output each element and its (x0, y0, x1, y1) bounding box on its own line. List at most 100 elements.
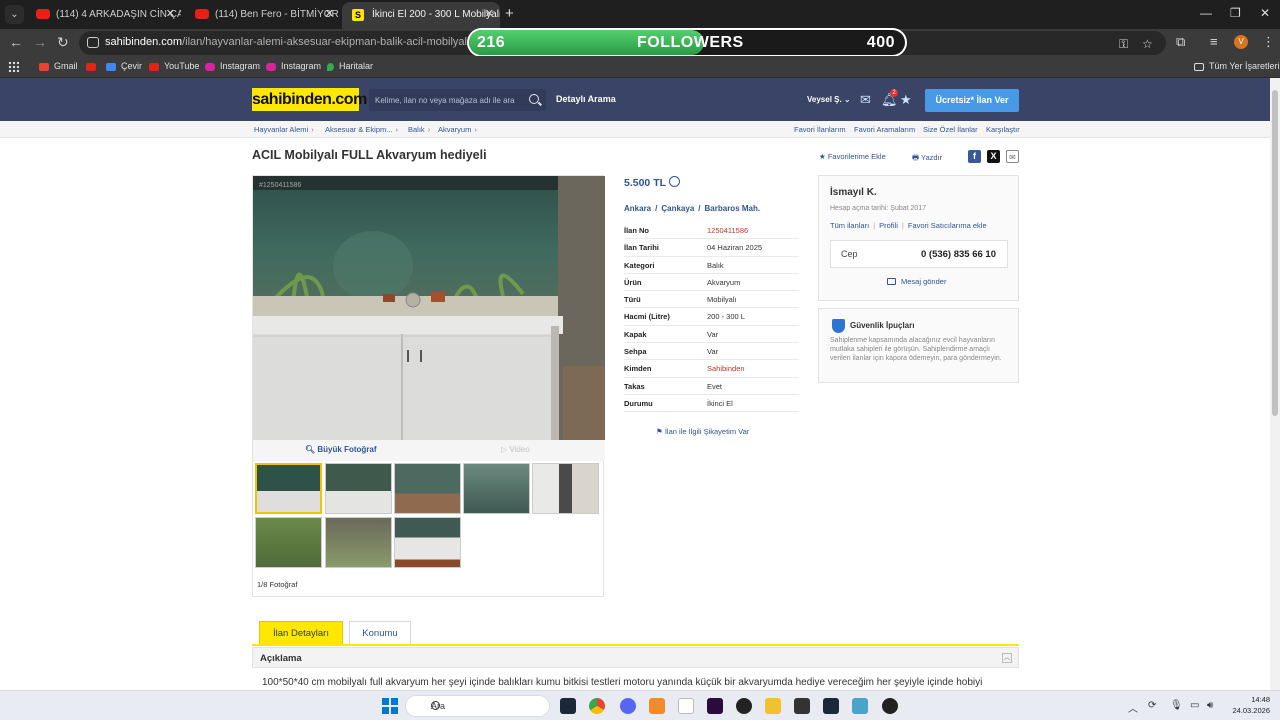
photo-counter: 1/8 Fotoğraf (257, 580, 298, 589)
post-ad-button[interactable]: Ücretsiz* İlan Ver (925, 89, 1019, 112)
collapse-icon[interactable]: ︿ (1002, 653, 1012, 663)
email-share-icon[interactable]: ✉ (1006, 150, 1019, 163)
add-favorite-link[interactable]: ★ Favorilerime Ekle (819, 152, 886, 161)
photo-thumbnail[interactable] (255, 517, 322, 568)
report-listing-link[interactable]: ⚑ İlan ile İlgili Şikayetim Var (656, 427, 749, 436)
app-icon[interactable] (882, 698, 898, 714)
breadcrumb-item[interactable]: Aksesuar & Ekipm... › (325, 125, 398, 134)
system-clock[interactable]: 14:48 24.03.2026 (1226, 694, 1270, 716)
scrollbar-thumb[interactable] (1272, 90, 1278, 416)
facebook-share-icon[interactable]: f (968, 150, 981, 163)
file-explorer-icon[interactable] (765, 698, 781, 714)
extensions-icon[interactable]: ⧉ (1176, 34, 1185, 50)
x-share-icon[interactable]: X (987, 150, 1000, 163)
main-photo[interactable]: #1250411586 (253, 176, 605, 440)
tab-listing-details[interactable]: İlan Detayları (259, 621, 343, 645)
detail-row: İlan Tarihi 04 Haziran 2025 (624, 239, 799, 257)
app-icon[interactable] (736, 698, 752, 714)
sync-icon[interactable]: ⟳ (1148, 700, 1156, 711)
personal-listings-link[interactable]: Size Özel İlanlar (923, 125, 978, 134)
minimize-icon[interactable]: — (1200, 6, 1212, 20)
bookmark-youtube[interactable]: YouTube (149, 60, 199, 72)
tab-search-icon[interactable]: ⌄ (5, 5, 24, 24)
bookmark-translate[interactable]: Çevir (106, 60, 142, 72)
window-close-icon[interactable]: ✕ (1260, 6, 1270, 20)
photo-thumbnail[interactable] (394, 463, 461, 514)
photo-thumbnail[interactable] (325, 463, 392, 514)
close-icon[interactable]: ✕ (485, 2, 494, 27)
apps-grid-icon[interactable] (8, 61, 19, 72)
bookmark-youtube-short[interactable] (86, 60, 101, 72)
windows-start-icon[interactable] (382, 698, 398, 714)
app-icon[interactable] (852, 698, 868, 714)
location-neighborhood[interactable]: Barbaros Mah. (705, 204, 761, 213)
close-icon[interactable]: ✕ (166, 3, 175, 26)
app-icon[interactable] (707, 698, 723, 714)
new-tab-button[interactable]: + (505, 5, 514, 23)
site-logo[interactable]: sahibinden.com (252, 88, 367, 111)
volume-icon[interactable]: 🔊︎ (1207, 700, 1213, 711)
send-message-link[interactable]: Mesaj gönder (887, 277, 946, 286)
photo-thumbnail[interactable] (463, 463, 530, 514)
detail-value: Akvaryum (707, 277, 741, 287)
password-key-icon[interactable]: ⚿ (1119, 37, 1128, 52)
all-listings-link[interactable]: Tüm ilanları (830, 221, 869, 230)
location-city[interactable]: Ankara (624, 204, 651, 213)
tab-location[interactable]: Konumu (349, 621, 411, 645)
bookmark-instagram-2[interactable]: Instagram (266, 60, 321, 72)
breadcrumb-item[interactable]: Akvaryum › (438, 125, 477, 134)
breadcrumb-item[interactable]: Hayvanlar Alemi › (254, 125, 314, 134)
video-tab[interactable]: ▷ Video (501, 445, 530, 454)
favorite-star-icon[interactable]: ★ (900, 92, 912, 108)
search-icon[interactable] (529, 94, 539, 104)
bookmark-instagram-1[interactable]: Instagram (205, 60, 260, 72)
tray-overflow-icon[interactable]: ︿ (1128, 700, 1138, 715)
photo-thumbnail[interactable] (394, 517, 461, 568)
browser-tab-2[interactable]: (114) Ben Fero - BİTMİYOR - Yo ✕ (185, 3, 340, 26)
microphone-icon[interactable]: 🎙︎ (1170, 700, 1183, 711)
favorite-seller-link[interactable]: Favori Satıcılarıma ekle (908, 221, 987, 230)
browser-tab-1[interactable]: (114) 4 ARKADAŞIN CİN ÇAĞIRI ✕ (26, 3, 181, 26)
notepad-icon[interactable] (678, 698, 694, 714)
all-bookmarks[interactable]: Tüm Yer İşaretleri (1194, 60, 1280, 72)
price-history-icon[interactable] (669, 176, 680, 187)
listing-price: 5.500 TL (624, 177, 667, 189)
advanced-search-link[interactable]: Detaylı Arama (556, 94, 616, 104)
steam-icon[interactable] (823, 698, 839, 714)
app-icon[interactable] (794, 698, 810, 714)
bookmark-star-icon[interactable]: ☆ (1142, 37, 1153, 51)
search-input[interactable] (375, 93, 515, 107)
bookmark-maps[interactable]: Haritalar (327, 60, 373, 72)
bookmark-gmail[interactable]: Gmail (39, 60, 78, 72)
user-menu[interactable]: Veysel Ş. ⌄ (807, 95, 851, 104)
profile-avatar[interactable]: V (1234, 35, 1248, 49)
mail-icon[interactable]: ✉ (860, 92, 871, 108)
compare-link[interactable]: Karşılaştır (986, 125, 1020, 134)
browser-tab-3[interactable]: S İkinci El 200 - 300 L Mobilyalı A ✕ (342, 2, 500, 29)
app-icon[interactable] (649, 698, 665, 714)
menu-icon[interactable]: ⋮ (1262, 34, 1275, 50)
close-icon[interactable]: ✕ (325, 3, 334, 26)
forward-icon[interactable]: → (33, 34, 47, 50)
location-district[interactable]: Çankaya (661, 204, 694, 213)
favorite-searches-link[interactable]: Favori Aramalarım (854, 125, 915, 134)
site-info-icon[interactable] (87, 37, 99, 48)
breadcrumb-item[interactable]: Balık › (408, 125, 430, 134)
photo-thumbnail[interactable] (532, 463, 599, 514)
steam-icon[interactable] (560, 698, 576, 714)
back-icon[interactable]: ← (9, 34, 23, 50)
discord-icon[interactable] (620, 698, 636, 714)
maximize-icon[interactable]: ❐ (1230, 6, 1241, 20)
photo-thumbnail[interactable] (255, 463, 322, 514)
photo-thumbnail[interactable] (325, 517, 392, 568)
network-icon[interactable]: ▭ (1190, 700, 1199, 711)
phone-number[interactable]: 0 (536) 835 66 10 (921, 249, 996, 260)
reload-icon[interactable]: ↻ (57, 34, 69, 50)
print-link[interactable]: 🖶︎ Yazdır (912, 152, 942, 165)
reading-list-icon[interactable]: ≡ (1210, 34, 1218, 49)
big-photo-button[interactable]: 🔍︎ Büyük Fotoğraf (305, 445, 377, 454)
taskbar-search[interactable]: Ara (405, 695, 550, 717)
profile-link[interactable]: Profili (879, 221, 898, 230)
chrome-icon[interactable] (589, 698, 605, 714)
favorite-listings-link[interactable]: Favori İlanlarım (794, 125, 846, 134)
